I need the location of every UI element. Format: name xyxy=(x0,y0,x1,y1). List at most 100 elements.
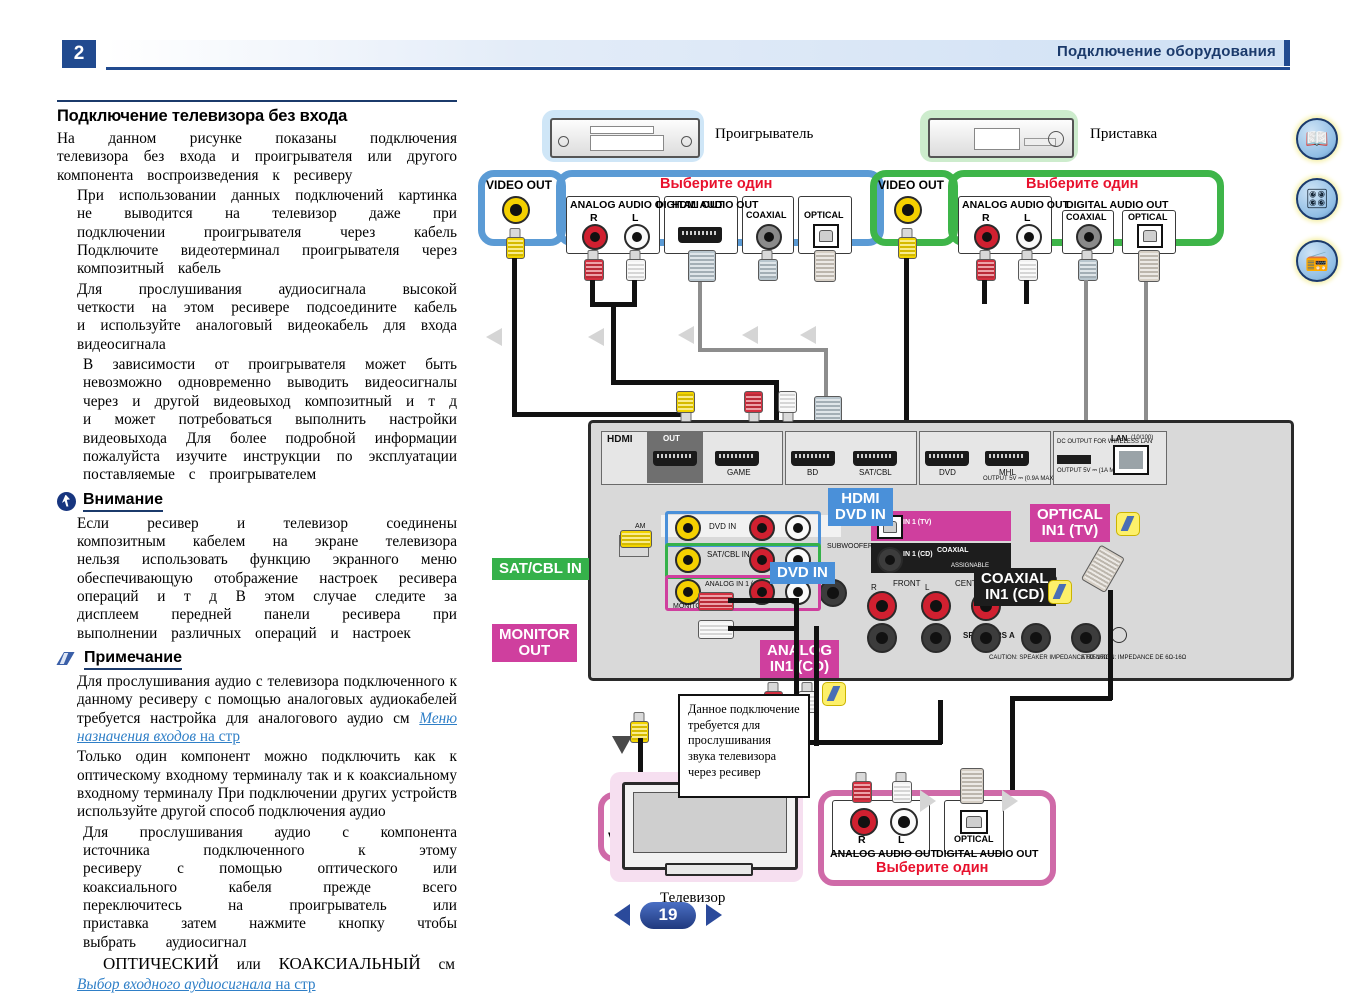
xref-input-assign-tail: на стр xyxy=(196,727,240,745)
tv-analog-r-jack[interactable] xyxy=(850,808,878,836)
player-optical-plug xyxy=(814,250,836,284)
bullet-paragraph-2: Для прослушивания аудиосигнала высокой ч… xyxy=(77,280,457,353)
receiver-dc-output-port[interactable] xyxy=(1057,455,1091,464)
player-analog-l-jack[interactable] xyxy=(624,224,650,250)
settop-l-label: L xyxy=(1024,212,1031,224)
caution-heading: Внимание xyxy=(83,491,163,512)
player-hdmi-wire-d xyxy=(824,348,828,396)
player-video-cable xyxy=(512,258,517,416)
receiver-hdmi-out-label: OUT xyxy=(663,434,680,443)
player-coaxial-jack[interactable] xyxy=(756,224,782,250)
receiver-satcbl-video-plug xyxy=(620,530,652,548)
tv-optical-label: OPTICAL xyxy=(954,834,994,844)
settop-white-plug xyxy=(1018,250,1038,282)
tv-video-arrow xyxy=(612,736,632,754)
hint-arrow-4 xyxy=(742,326,758,344)
receiver-front-r-neg[interactable] xyxy=(867,623,897,653)
caution-icon xyxy=(57,491,76,511)
receiver-front-l-neg[interactable] xyxy=(921,623,951,653)
settop-coax-plug xyxy=(1078,250,1098,282)
settop-analog-r-jack[interactable] xyxy=(974,224,1000,250)
receiver-subwoofer-label: SUBWOOFER xyxy=(827,543,873,550)
receiver-mhl-note: OUTPUT 5V ⎓ (0.9A MAX) xyxy=(983,476,1056,482)
receiver-surround-r-terminal[interactable] xyxy=(1021,623,1051,653)
receiver-hdmi-satcbl-port[interactable] xyxy=(853,451,897,466)
xref-audio-input-select[interactable]: Выбор входного аудиосигнала xyxy=(77,976,272,993)
receiver-caution-fr: ATTENTION: IMPEDANCE DE 6Ω-16Ω xyxy=(1081,655,1187,661)
receiver-ground-terminal[interactable] xyxy=(1111,627,1127,643)
optical-in1-tv-flag: OPTICAL IN1 (TV) xyxy=(1030,504,1110,542)
settop-video-out-jack[interactable] xyxy=(894,196,922,224)
next-arrow-icon[interactable] xyxy=(706,904,722,926)
receiver-front-r-terminal[interactable] xyxy=(867,591,897,621)
receiver-coaxial-in1-jack[interactable] xyxy=(877,547,903,573)
header-rule xyxy=(106,67,1290,70)
emphasis-see: см xyxy=(438,956,455,974)
note-item-2: Только один компонент можно подключить к… xyxy=(77,748,457,821)
receiver-center-neg[interactable] xyxy=(971,623,1001,653)
settop-device-label: Приставка xyxy=(1090,126,1158,142)
receiver-hdmi-dvd-port[interactable] xyxy=(925,451,969,466)
player-digital-audio-out-label: DIGITAL AUDIO OUT xyxy=(656,199,759,211)
hint-arrow-5 xyxy=(800,326,816,344)
receiver-hdmi-game-label: GAME xyxy=(727,468,751,477)
page-number: 19 xyxy=(640,901,696,929)
settop-coaxial-jack[interactable] xyxy=(1076,224,1102,250)
settop-analog-audio-out-label: ANALOG AUDIO OUT xyxy=(962,199,1069,211)
receiver-hdmi-game-port[interactable] xyxy=(715,451,759,466)
manual-book-icon[interactable]: 📖 xyxy=(1296,118,1338,160)
player-video-out-jack[interactable] xyxy=(502,196,530,224)
receiver-audio-to-tv xyxy=(794,740,942,745)
player-video-plug xyxy=(506,228,525,260)
receiver-am-label: AM xyxy=(635,523,646,530)
receiver-white-down xyxy=(814,626,819,746)
note-item-3-text: Для прослушивания аудио с компонента ист… xyxy=(83,823,457,951)
player-audio-down xyxy=(611,302,616,384)
settop-opt-wire xyxy=(1144,282,1148,426)
tv-screen xyxy=(633,792,787,853)
note-item-3: Для прослушивания аудио с компонента ист… xyxy=(83,824,457,952)
player-hdmi-wire xyxy=(698,282,702,352)
hint-arrow-3 xyxy=(678,326,694,344)
receiver-hdmi-satcbl-label: SAT/CBL xyxy=(859,468,892,477)
settop-optical-port[interactable] xyxy=(1137,224,1163,248)
receiver-hdmi-bd-label: BD xyxy=(807,468,819,477)
settop-optical-plug xyxy=(1138,250,1160,284)
player-optical-port[interactable] xyxy=(813,224,839,248)
receiver-hdmi-dvd-label: DVD xyxy=(939,468,956,477)
receiver-hdmi-out-port[interactable] xyxy=(653,451,697,466)
player-red-plug xyxy=(584,250,604,282)
settop-white-wire xyxy=(1024,280,1029,304)
player-coax-plug xyxy=(758,250,778,282)
receiver-rear-panel: HDMI OUT GAME BD SAT/CBL DVD MHL OUTPUT … xyxy=(588,420,1294,681)
analog-in1-cd-flag: ANALOG IN1 (CD) xyxy=(760,640,839,678)
settop-optical-label: OPTICAL xyxy=(1128,212,1168,222)
player-l-label: L xyxy=(632,212,639,224)
audio-help-icon[interactable]: 📻 xyxy=(1296,240,1338,282)
player-optical-label: OPTICAL xyxy=(804,210,844,220)
remote-receiver-icon[interactable]: 🎛 xyxy=(1296,178,1338,220)
settop-analog-l-jack[interactable] xyxy=(1016,224,1042,250)
prev-arrow-icon[interactable] xyxy=(614,904,630,926)
page-title: Подключение телевизора без входа xyxy=(57,107,348,125)
tv-analog-l-jack[interactable] xyxy=(890,808,918,836)
player-hdmi-out-port[interactable] xyxy=(678,227,722,243)
emphasis-optical: ОПТИЧЕСКИЙ xyxy=(103,954,219,974)
tv-white-plug xyxy=(892,772,912,804)
receiver-hdmi-mhl-port[interactable] xyxy=(985,451,1029,466)
receiver-dvd-in-outline xyxy=(665,511,821,547)
player-video-cable-h xyxy=(512,412,684,417)
analog-in1-pen-icon xyxy=(822,682,846,706)
tv-optical-port[interactable] xyxy=(960,810,988,834)
receiver-coaxial-in1-small: IN 1 (CD) xyxy=(903,551,933,558)
tv-hint-arrow-1 xyxy=(920,790,936,812)
receiver-front-label: FRONT xyxy=(893,579,921,588)
receiver-hdmi-bd-port[interactable] xyxy=(791,451,835,466)
receiver-front-l-terminal[interactable] xyxy=(921,591,951,621)
player-hdmi-wire-h xyxy=(698,348,828,352)
remote-receiver-glyph: 🎛 xyxy=(1304,189,1330,210)
audio-help-glyph: 📻 xyxy=(1305,251,1329,272)
receiver-surround-l-terminal[interactable] xyxy=(1071,623,1101,653)
receiver-lan-port[interactable] xyxy=(1113,445,1149,475)
player-analog-r-jack[interactable] xyxy=(582,224,608,250)
